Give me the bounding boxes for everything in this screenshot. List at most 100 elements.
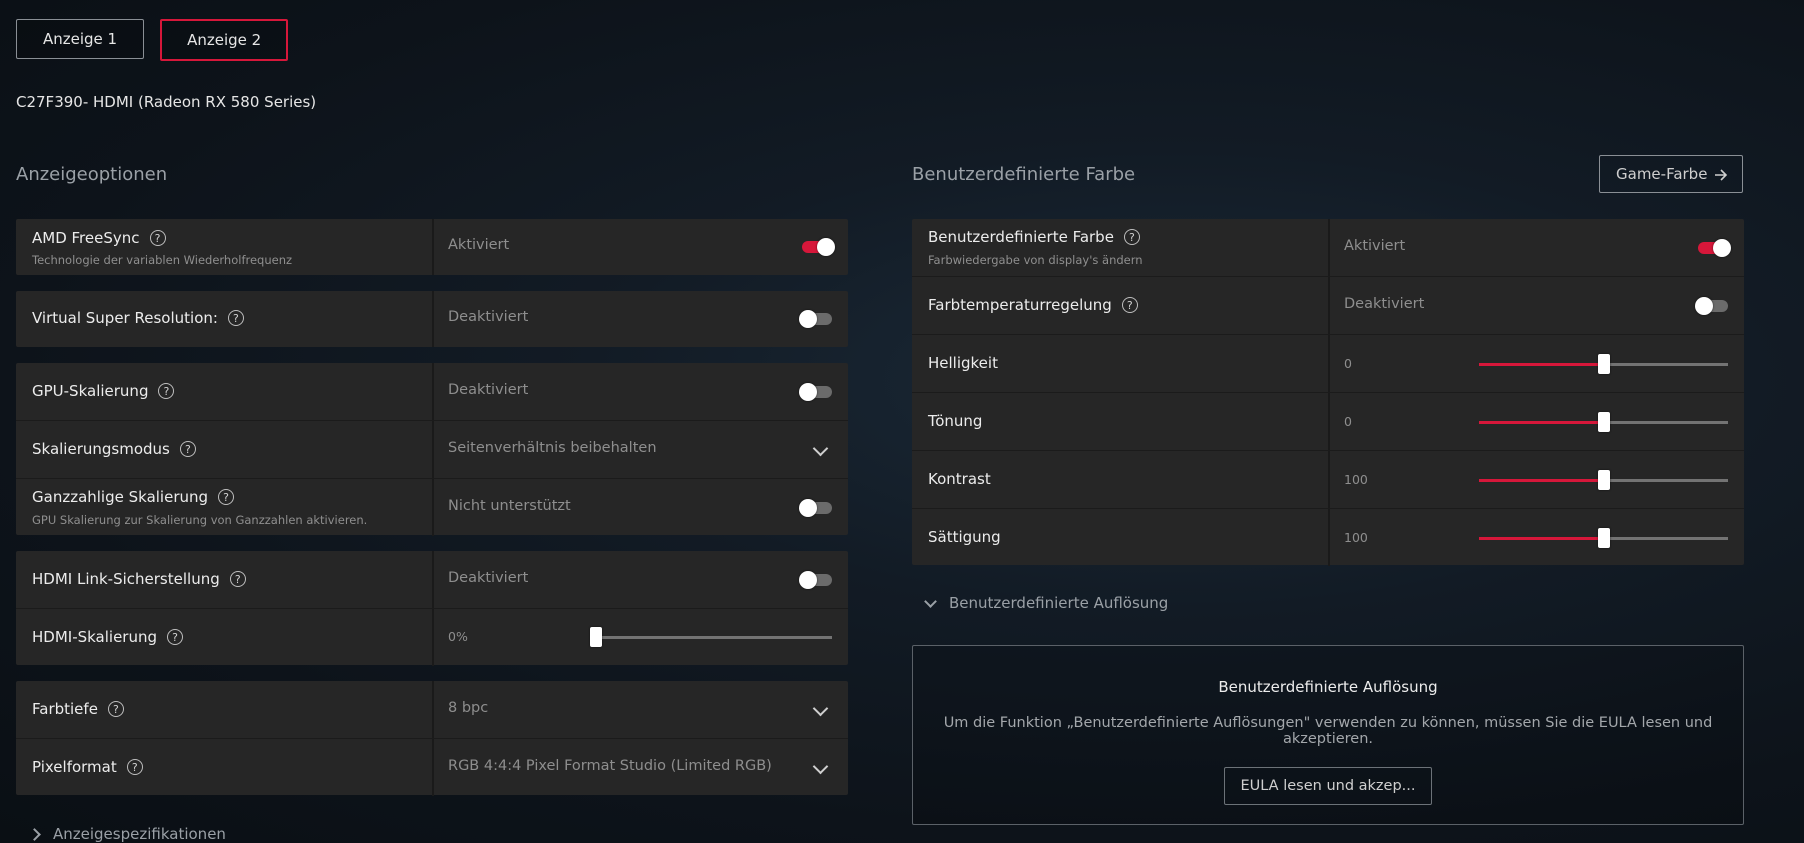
- gpu-scaling-value: Deaktiviert: [448, 382, 529, 398]
- pixel-format-value[interactable]: RGB 4:4:4 Pixel Format Studio (Limited R…: [448, 758, 772, 774]
- vsr-toggle[interactable]: [799, 310, 832, 328]
- saturation-row: Sättigung 100: [912, 509, 1744, 566]
- scaling-mode-row[interactable]: Skalierungsmodus ? Seitenverhältnis beib…: [16, 421, 848, 479]
- tab-anzeige-2[interactable]: Anzeige 2: [160, 19, 289, 61]
- custom-color-toggle[interactable]: [1698, 239, 1731, 257]
- integer-scaling-label: Ganzzahlige Skalierung: [32, 488, 209, 506]
- hdmi-scaling-value: 0%: [448, 629, 468, 644]
- eula-button[interactable]: EULA lesen und akzep...: [1223, 767, 1433, 805]
- color-depth-value[interactable]: 8 bpc: [448, 700, 488, 716]
- color-depth-row[interactable]: Farbtiefe ? 8 bpc: [16, 681, 848, 739]
- game-color-button[interactable]: Game-Farbe: [1599, 155, 1743, 193]
- color-temp-value: Deaktiviert: [1344, 296, 1425, 312]
- custom-resolution-expander-label: Benutzerdefinierte Auflösung: [949, 594, 1169, 612]
- color-format-card: Farbtiefe ? 8 bpc Pixelformat ? RGB 4:4:…: [16, 681, 848, 796]
- custom-color-sublabel: Farbwiedergabe von display's ändern: [928, 253, 1143, 267]
- hdmi-card: HDMI Link-Sicherstellung ? Deaktiviert H…: [16, 551, 848, 666]
- gpu-scaling-label: GPU-Skalierung: [32, 382, 149, 400]
- display-specs-label: Anzeigespezifikationen: [53, 825, 226, 843]
- pixel-format-label: Pixelformat: [32, 758, 117, 776]
- display-tabs: Anzeige 1 Anzeige 2: [16, 19, 289, 61]
- brightness-slider[interactable]: [1479, 354, 1728, 374]
- integer-scaling-sublabel: GPU Skalierung zur Skalierung von Ganzza…: [32, 513, 368, 527]
- help-icon[interactable]: ?: [227, 310, 244, 326]
- integer-scaling-toggle[interactable]: [799, 499, 832, 517]
- device-name: C27F390- HDMI (Radeon RX 580 Series): [16, 93, 317, 111]
- help-icon[interactable]: ?: [1123, 229, 1140, 245]
- custom-color-row: Benutzerdefinierte Farbe ? Farbwiedergab…: [912, 219, 1744, 277]
- display-options-title: Anzeigeoptionen: [16, 164, 168, 185]
- contrast-slider[interactable]: [1479, 470, 1728, 490]
- freesync-value: Aktiviert: [448, 237, 510, 253]
- scaling-mode-value[interactable]: Seitenverhältnis beibehalten: [448, 440, 657, 456]
- custom-color-title: Benutzerdefinierte Farbe: [912, 164, 1136, 185]
- custom-color-label: Benutzerdefinierte Farbe: [928, 228, 1114, 246]
- chevron-down-icon[interactable]: [812, 700, 829, 717]
- custom-resolution-text: Um die Funktion „Benutzerdefinierte Aufl…: [943, 715, 1713, 747]
- vsr-row: Virtual Super Resolution: ? Deaktiviert: [16, 291, 848, 347]
- help-icon[interactable]: ?: [149, 230, 166, 246]
- hdmi-scaling-slider[interactable]: [590, 627, 832, 647]
- integer-scaling-row: Ganzzahlige Skalierung ? GPU Skalierung …: [16, 479, 848, 536]
- help-icon[interactable]: ?: [167, 629, 184, 645]
- custom-color-card: Benutzerdefinierte Farbe ? Farbwiedergab…: [912, 219, 1744, 566]
- chevron-down-icon: [924, 594, 937, 608]
- brightness-row: Helligkeit 0: [912, 335, 1744, 393]
- saturation-slider[interactable]: [1479, 528, 1728, 548]
- brightness-label: Helligkeit: [928, 354, 998, 372]
- hdmi-link-label: HDMI Link-Sicherstellung: [32, 570, 220, 588]
- vsr-value: Deaktiviert: [448, 309, 529, 325]
- custom-color-value: Aktiviert: [1344, 238, 1406, 254]
- saturation-value: 100: [1344, 530, 1368, 545]
- slider-thumb[interactable]: [1597, 470, 1610, 490]
- help-icon[interactable]: ?: [107, 701, 124, 717]
- game-color-label: Game-Farbe: [1616, 165, 1708, 183]
- chevron-down-icon[interactable]: [812, 758, 829, 775]
- hue-row: Tönung 0: [912, 393, 1744, 451]
- scaling-mode-label: Skalierungsmodus: [32, 440, 170, 458]
- custom-resolution-panel: Benutzerdefinierte Auflösung Um die Funk…: [912, 645, 1744, 825]
- help-icon[interactable]: ?: [179, 441, 196, 457]
- vsr-label: Virtual Super Resolution:: [32, 309, 218, 327]
- hdmi-link-toggle[interactable]: [799, 571, 832, 589]
- help-icon[interactable]: ?: [229, 571, 246, 587]
- freesync-row: AMD FreeSync ? Technologie der variablen…: [16, 219, 848, 275]
- pixel-format-row[interactable]: Pixelformat ? RGB 4:4:4 Pixel Format Stu…: [16, 739, 848, 796]
- contrast-row: Kontrast 100: [912, 451, 1744, 509]
- hdmi-scaling-row: HDMI-Skalierung ? 0%: [16, 609, 848, 666]
- color-temp-toggle[interactable]: [1695, 297, 1728, 315]
- contrast-label: Kontrast: [928, 470, 991, 488]
- help-icon[interactable]: ?: [218, 489, 235, 505]
- saturation-label: Sättigung: [928, 528, 1001, 546]
- freesync-toggle[interactable]: [802, 238, 835, 256]
- integer-scaling-value: Nicht unterstützt: [448, 498, 571, 514]
- custom-resolution-title: Benutzerdefinierte Auflösung: [1218, 678, 1438, 696]
- freesync-sublabel: Technologie der variablen Wiederholfrequ…: [32, 253, 293, 267]
- chevron-right-icon: [28, 827, 41, 841]
- display-specs-expander[interactable]: Anzeigespezifikationen: [28, 825, 226, 843]
- hdmi-scaling-label: HDMI-Skalierung: [32, 628, 158, 646]
- freesync-card: AMD FreeSync ? Technologie der variablen…: [16, 219, 848, 275]
- hdmi-link-value: Deaktiviert: [448, 570, 529, 586]
- color-temp-label: Farbtemperaturregelung: [928, 296, 1112, 314]
- slider-thumb[interactable]: [1597, 528, 1610, 548]
- tab-anzeige-1[interactable]: Anzeige 1: [16, 19, 145, 59]
- gpu-scaling-toggle[interactable]: [799, 383, 832, 401]
- hue-label: Tönung: [928, 412, 983, 430]
- hue-slider[interactable]: [1479, 412, 1728, 432]
- slider-thumb[interactable]: [1597, 412, 1610, 432]
- color-temp-row: Farbtemperaturregelung ? Deaktiviert: [912, 277, 1744, 335]
- slider-thumb[interactable]: [1597, 354, 1610, 374]
- contrast-value: 100: [1344, 472, 1368, 487]
- help-icon[interactable]: ?: [126, 759, 143, 775]
- help-icon[interactable]: ?: [1121, 297, 1138, 313]
- custom-resolution-expander[interactable]: Benutzerdefinierte Auflösung: [924, 594, 1169, 612]
- slider-thumb[interactable]: [590, 627, 602, 647]
- freesync-label: AMD FreeSync: [32, 229, 140, 247]
- help-icon[interactable]: ?: [158, 383, 175, 399]
- hdmi-link-row: HDMI Link-Sicherstellung ? Deaktiviert: [16, 551, 848, 609]
- vsr-card: Virtual Super Resolution: ? Deaktiviert: [16, 291, 848, 347]
- arrow-right-icon: [1715, 169, 1728, 181]
- brightness-value: 0: [1344, 356, 1352, 371]
- chevron-down-icon[interactable]: [812, 440, 829, 457]
